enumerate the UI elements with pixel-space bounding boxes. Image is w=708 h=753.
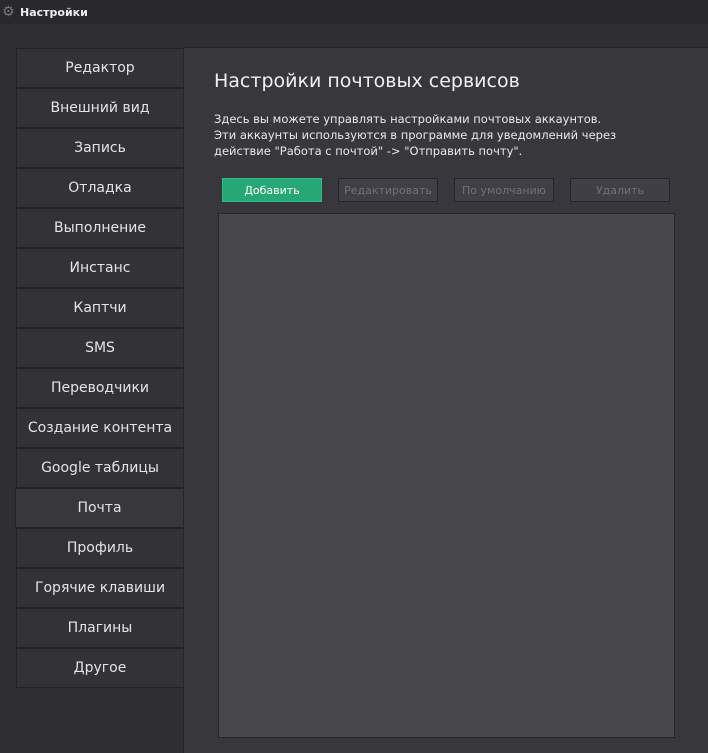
sidebar-item[interactable]: Инстанс [16,248,184,288]
add-button[interactable]: Добавить [222,178,322,202]
sidebar-item[interactable]: SMS [16,328,184,368]
sidebar-item[interactable]: Плагины [16,608,184,648]
sidebar-item[interactable]: Выполнение [16,208,184,248]
sidebar-item[interactable]: Профиль [16,528,184,568]
sidebar-item[interactable]: Отладка [16,168,184,208]
sidebar-item[interactable]: Создание контента [16,408,184,448]
sidebar-item[interactable]: Горячие клавиши [16,568,184,608]
settings-sidebar: Редактор Внешний вид Запись Отладка Выполнен… [15,48,184,688]
sidebar-item[interactable]: Другое [16,648,184,688]
mail-settings-panel: Настройки почтовых сервисов Здесь вы мож… [183,47,708,753]
gear-icon: ⚙ [2,4,15,20]
sidebar-item[interactable]: Внешний вид [16,88,184,128]
description-line: действие "Работа с почтой" -> "Отправить… [214,144,523,158]
sidebar-item[interactable]: Редактор [16,48,184,88]
description-line: Здесь вы можете управлять настройками по… [214,112,602,126]
sidebar-item[interactable]: Каптчи [16,288,184,328]
page-title: Настройки почтовых сервисов [214,70,520,92]
description-line: Эти аккаунты используются в программе дл… [214,128,617,142]
description: Здесь вы можете управлять настройками по… [214,111,616,159]
sidebar-item[interactable]: Переводчики [16,368,184,408]
title-bar: ⚙ Настройки [0,0,708,24]
set-default-button[interactable]: По умолчанию [454,178,554,202]
window-title: Настройки [20,5,88,19]
edit-button[interactable]: Редактировать [338,178,438,202]
delete-button[interactable]: Удалить [570,178,670,202]
mail-accounts-list[interactable] [218,213,675,738]
sidebar-item[interactable]: Почта [15,488,184,528]
sidebar-item[interactable]: Google таблицы [16,448,184,488]
sidebar-item[interactable]: Запись [16,128,184,168]
